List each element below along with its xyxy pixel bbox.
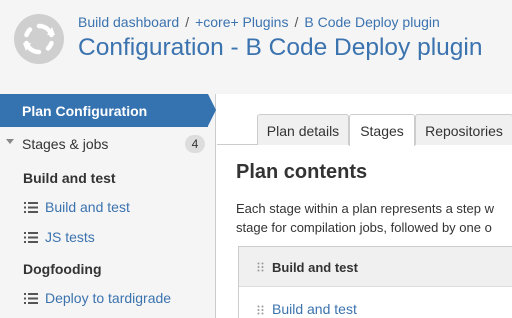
sidebar-job-label: JS tests	[45, 229, 95, 245]
breadcrumb-plan[interactable]: B Code Deploy plugin	[304, 14, 439, 30]
drag-handle-icon[interactable]	[257, 262, 265, 272]
section-title: Plan contents	[236, 161, 368, 183]
tab-plan-details[interactable]: Plan details	[257, 114, 349, 145]
description-line: Each stage within a plan represents a st…	[236, 201, 494, 216]
list-icon	[24, 293, 38, 304]
breadcrumb-separator: /	[294, 14, 299, 30]
section-description: Each stage within a plan represents a st…	[236, 199, 512, 237]
tab-stages[interactable]: Stages	[349, 114, 415, 146]
sidebar-job-build-and-test[interactable]: Build and test	[0, 192, 216, 222]
breadcrumb: Build dashboard / +core+ Plugins / B Code De…	[78, 14, 440, 30]
sidebar-item-plan-configuration[interactable]: Plan Configuration	[0, 94, 216, 127]
sidebar: Plan Configuration Stages & jobs 4 Build…	[0, 94, 216, 318]
sidebar-item-stages-jobs[interactable]: Stages & jobs 4	[0, 129, 216, 159]
sidebar-job-label: Build and test	[45, 199, 130, 215]
breadcrumb-project[interactable]: +core+ Plugins	[195, 14, 288, 30]
description-line: stage for compilation jobs, followed by …	[236, 220, 492, 235]
list-icon	[24, 232, 38, 243]
stage-header[interactable]: Build and test	[239, 247, 512, 287]
job-row[interactable]: Build and test	[239, 287, 512, 318]
sidebar-job-label: Deploy to tardigrade	[45, 290, 172, 306]
refresh-logo-icon	[14, 14, 64, 64]
sidebar-job-js-tests[interactable]: JS tests	[0, 222, 216, 252]
sidebar-job-deploy-to-tardigrade[interactable]: Deploy to tardigrade	[0, 283, 216, 313]
breadcrumb-separator: /	[185, 14, 190, 30]
drag-handle-icon[interactable]	[257, 305, 265, 315]
stage-panel: Build and test Build and test	[238, 246, 512, 318]
tab-repositories[interactable]: Repositories	[415, 114, 512, 145]
sidebar-item-label: Stages & jobs	[22, 136, 109, 152]
page-title: Configuration - B Code Deploy plugin	[78, 34, 483, 61]
main-content: Plan details Stages Repositories Plan co…	[217, 94, 512, 318]
stage-name: Build and test	[272, 260, 358, 275]
stage-group-heading: Build and test	[23, 170, 116, 186]
breadcrumb-build-dashboard[interactable]: Build dashboard	[78, 14, 179, 30]
stage-group-heading: Dogfooding	[23, 261, 102, 277]
list-icon	[24, 202, 38, 213]
count-badge: 4	[185, 135, 205, 153]
chevron-down-icon	[6, 139, 14, 144]
tab-bar: Plan details Stages Repositories	[217, 94, 512, 146]
page-header: Build dashboard / +core+ Plugins / B Code De…	[0, 0, 512, 94]
job-link[interactable]: Build and test	[272, 301, 357, 317]
